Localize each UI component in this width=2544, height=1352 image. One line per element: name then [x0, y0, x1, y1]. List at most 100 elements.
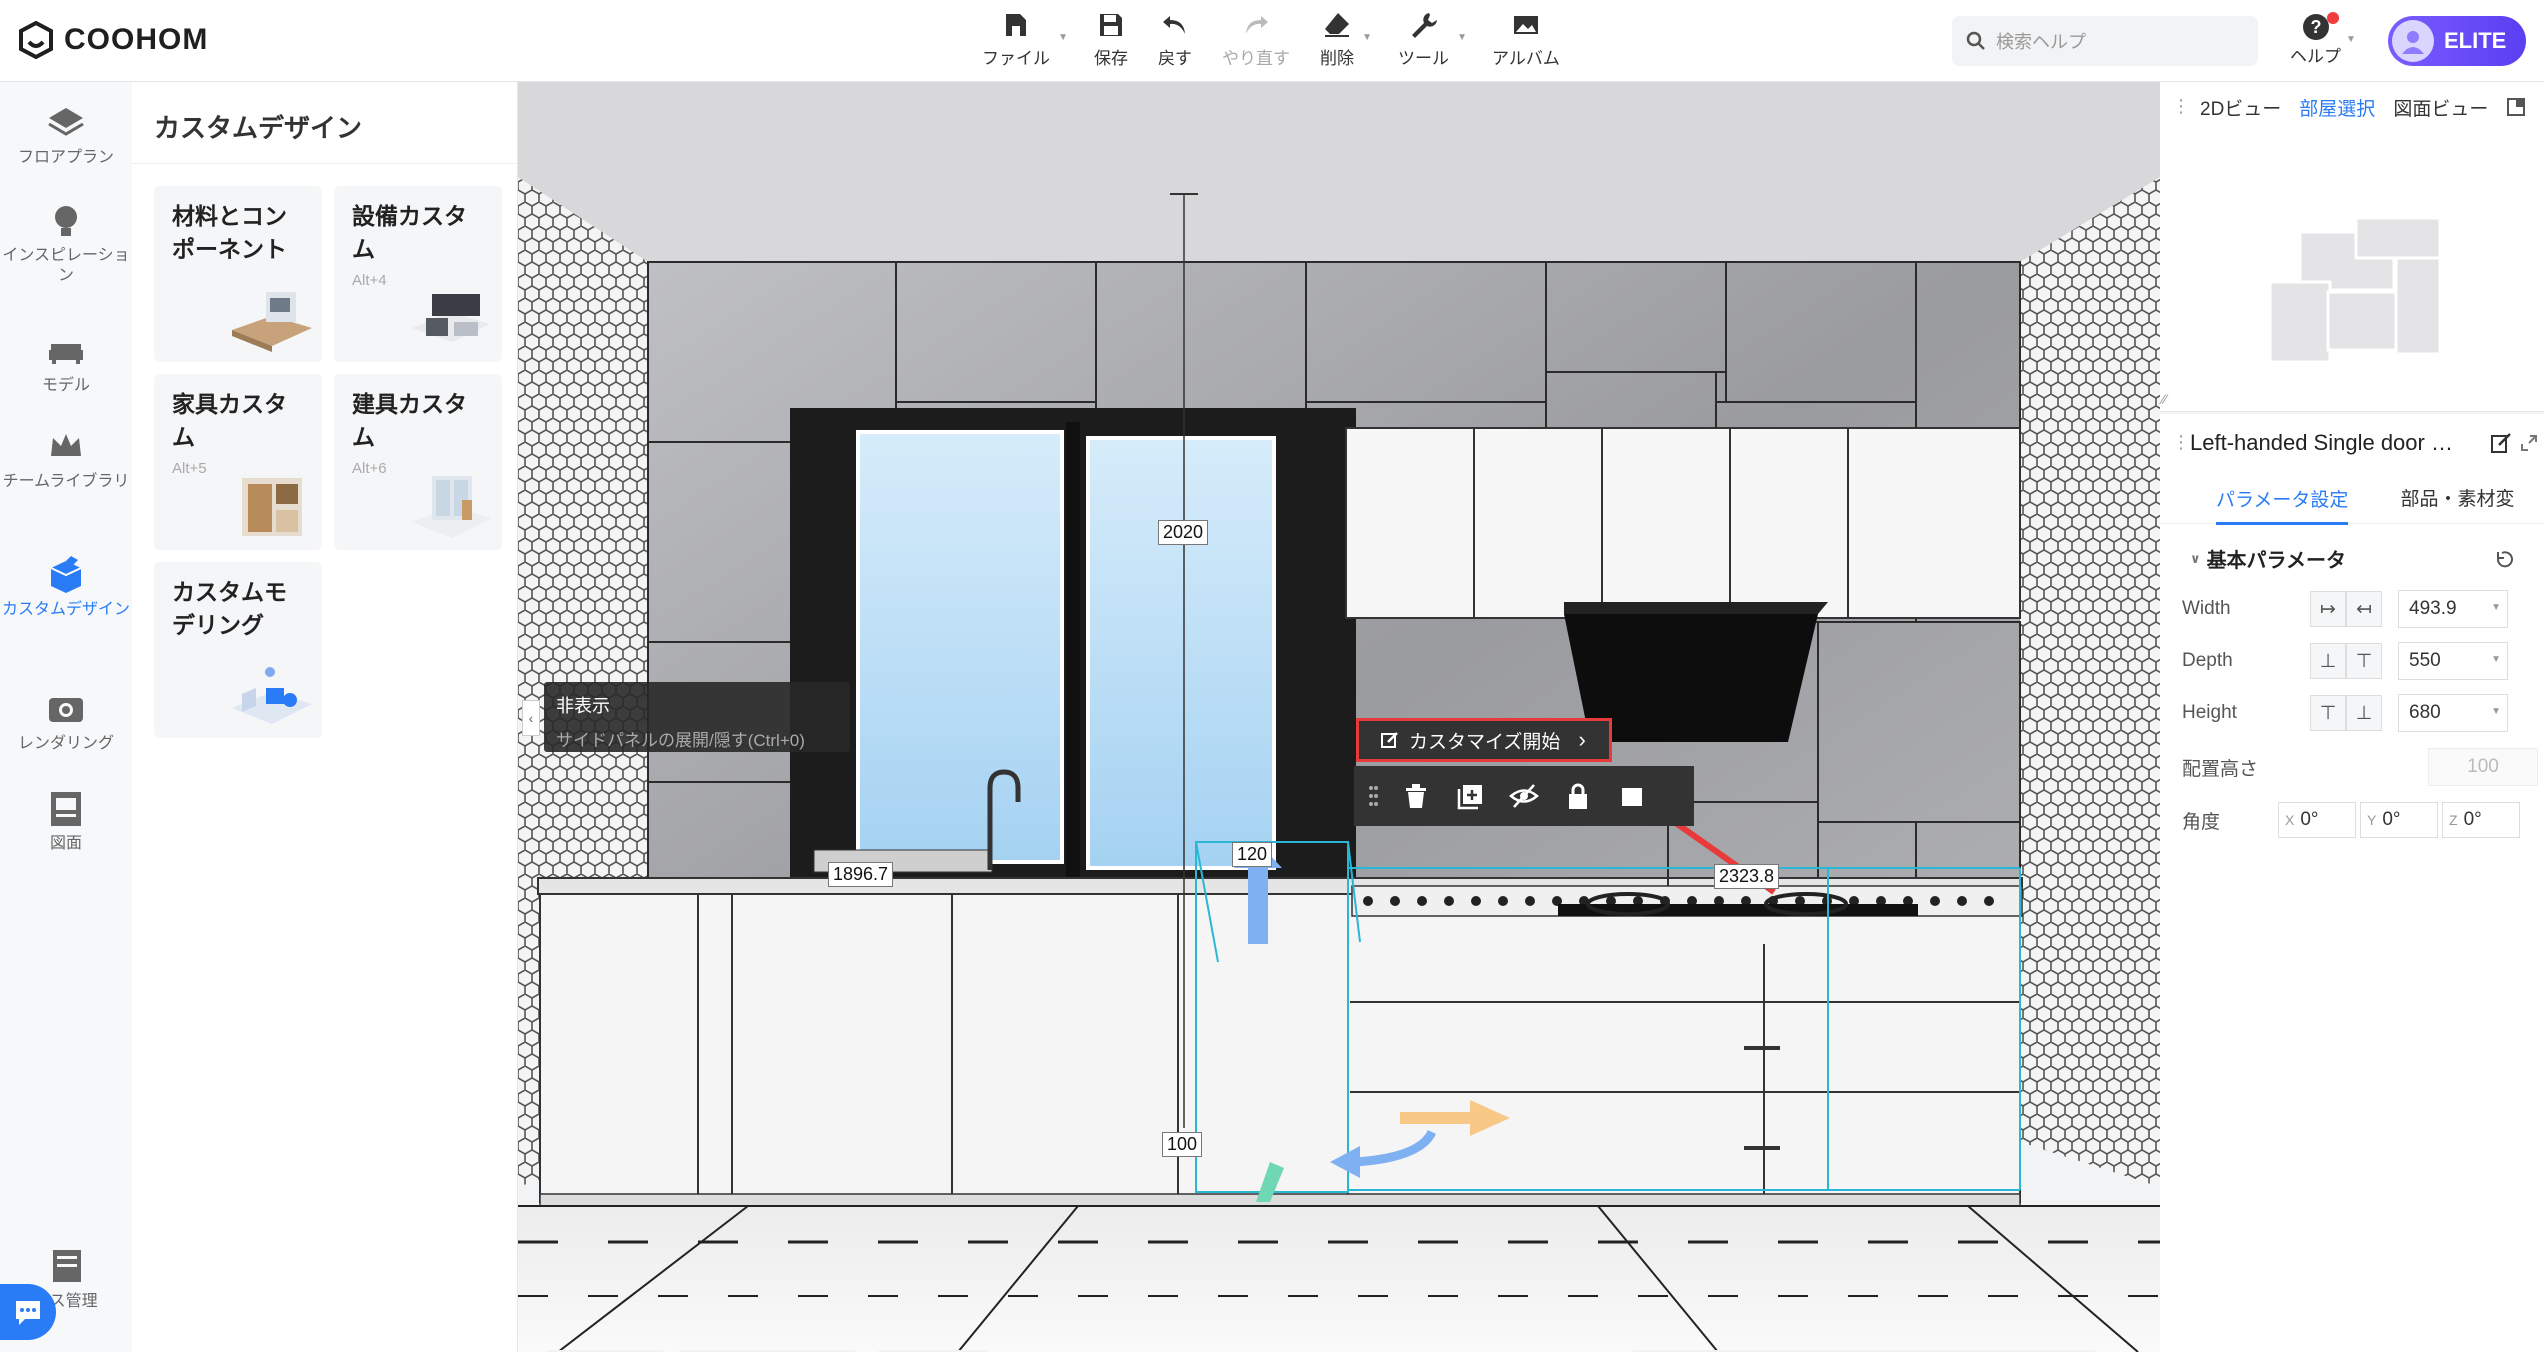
rail-item-custom-design[interactable]: カスタムデザイン	[0, 554, 132, 620]
width-left-align-icon[interactable]: ↦	[2310, 591, 2346, 627]
width-label: Width	[2182, 598, 2231, 619]
album-label: アルバム	[1492, 49, 1560, 68]
height-input[interactable]: 680 ▼	[2398, 694, 2508, 732]
tab-2d-view[interactable]: 2Dビュー	[2200, 94, 2281, 121]
room-minimap[interactable]	[2160, 132, 2544, 392]
account-elite-button[interactable]: ELITE	[2388, 16, 2526, 66]
redo-button[interactable]: やり直す	[1222, 10, 1290, 69]
reset-icon[interactable]	[2494, 548, 2516, 570]
card-fittings-custom[interactable]: 建具カスタム Alt+6	[334, 374, 502, 550]
trash-icon[interactable]	[1400, 780, 1432, 812]
album-icon	[1513, 16, 1538, 34]
section-basic-params[interactable]: ∨ 基本パラメータ	[2190, 544, 2346, 573]
angle-x-input[interactable]: X 0°	[2278, 802, 2356, 838]
width-input[interactable]: 493.9 ▼	[2398, 590, 2508, 628]
angle-x-value: 0°	[2300, 809, 2319, 830]
rail-item-drawing[interactable]: 図面	[0, 788, 132, 854]
custom-box-icon	[50, 556, 82, 593]
depth-front-align-icon[interactable]: ⊥	[2310, 643, 2346, 679]
rail-item-model[interactable]: モデル	[0, 330, 132, 396]
height-value: 680	[2409, 702, 2441, 723]
rail-item-floorplan[interactable]: フロアプラン	[0, 102, 132, 168]
height-top-align-icon[interactable]: ⊤	[2310, 695, 2346, 731]
logo[interactable]: COOHOM	[16, 20, 208, 60]
section-title: 基本パラメータ	[2206, 550, 2346, 572]
more-icon[interactable]	[1616, 780, 1648, 812]
file-menu-button[interactable]: ファイル ▼	[982, 10, 1068, 69]
popout-icon[interactable]	[2520, 434, 2538, 452]
drag-handle-icon[interactable]	[1368, 780, 1378, 812]
expand-panel-icon[interactable]	[2506, 97, 2526, 117]
drawer-knob	[1957, 896, 1967, 906]
object-action-bar	[1354, 766, 1694, 826]
tab-parameters[interactable]: パラメータ設定	[2216, 485, 2349, 525]
album-button[interactable]: アルバム	[1492, 10, 1560, 69]
chat-support-button[interactable]	[0, 1284, 56, 1340]
hide-eye-icon[interactable]	[1508, 780, 1540, 812]
chevron-down-icon: ▼	[2491, 654, 2501, 665]
help-button[interactable]: ? ヘルプ	[2290, 12, 2341, 67]
rail-item-inspiration[interactable]: インスピレーション	[0, 200, 132, 286]
customize-label: カスタマイズ開始	[1409, 731, 1561, 753]
width-right-align-icon[interactable]: ↤	[2346, 591, 2382, 627]
rename-edit-icon[interactable]	[2490, 432, 2512, 454]
tab-room-select[interactable]: 部屋選択	[2299, 94, 2375, 121]
width-row: Width ↦ ↤ 493.9 ▼	[2182, 590, 2508, 628]
depth-label: Depth	[2182, 650, 2233, 671]
eraser-icon	[1325, 13, 1349, 37]
rail-label: レンダリング	[17, 735, 114, 752]
elevation-input: 100	[2428, 748, 2538, 786]
card-custom-modeling[interactable]: カスタムモデリング	[154, 562, 322, 738]
collapse-panel-handle[interactable]: ‹	[522, 700, 540, 736]
lock-icon[interactable]	[1562, 780, 1594, 812]
save-icon	[1100, 14, 1122, 36]
angle-z-input[interactable]: Z 0°	[2442, 802, 2520, 838]
card-furniture-custom[interactable]: 家具カスタム Alt+5	[154, 374, 322, 550]
rail-label: チームライブラリ	[2, 473, 130, 490]
undo-label: 戻す	[1158, 49, 1192, 68]
chevron-down-icon: ▼	[1457, 32, 1467, 43]
card-title: 設備カスタム	[352, 203, 467, 262]
drawing-icon	[51, 792, 81, 826]
save-button[interactable]: 保存	[1094, 10, 1128, 69]
tools-button[interactable]: ツール ▼	[1398, 10, 1467, 69]
drawer-knob	[1984, 896, 1994, 906]
furniture-illustration-icon	[242, 478, 302, 536]
help-search-input[interactable]: 検索ヘルプ	[1952, 16, 2258, 66]
tab-plan-view[interactable]: 図面ビュー	[2393, 94, 2488, 121]
undo-button[interactable]: 戻す	[1158, 10, 1192, 69]
height-bottom-align-icon[interactable]: ⊥	[2346, 695, 2382, 731]
drag-handle-icon[interactable]: ⋮	[2172, 96, 2190, 117]
depth-input[interactable]: 550 ▼	[2398, 642, 2508, 680]
duplicate-icon[interactable]	[1454, 780, 1486, 812]
panel-title: カスタムデザイン	[132, 82, 517, 164]
delete-button[interactable]: 削除 ▼	[1320, 10, 1372, 69]
rail-label: カスタムデザイン	[1, 601, 130, 618]
resize-handle-icon[interactable]: ⁄⁄	[2162, 391, 2167, 407]
search-icon	[1966, 31, 1985, 50]
start-customize-button[interactable]: カスタマイズ開始 ›	[1356, 718, 1612, 762]
tooltip-description: サイドパネルの展開/隠す(Ctrl+0)	[556, 731, 805, 750]
depth-row: Depth ⊥ ⊤ 550 ▼	[2182, 642, 2508, 680]
save-label: 保存	[1094, 49, 1128, 68]
height-label: Height	[2182, 702, 2237, 723]
rail-label: フロアプラン	[17, 149, 114, 166]
tab-parts-materials[interactable]: 部品・素材変	[2400, 484, 2514, 511]
angle-y-input[interactable]: Y 0°	[2360, 802, 2438, 838]
drag-handle-icon[interactable]: ⋮	[2172, 432, 2190, 453]
elevation-label: 配置高さ	[2182, 758, 2259, 780]
properties-panel: ⋮ Left-handed Single door … パラメータ設定 部品・素…	[2160, 414, 2544, 1352]
drawer-knob	[1444, 896, 1454, 906]
card-equipment-custom[interactable]: 設備カスタム Alt+4	[334, 186, 502, 362]
drawer-knob	[1498, 896, 1508, 906]
depth-back-align-icon[interactable]: ⊤	[2346, 643, 2382, 679]
chevron-right-icon: ›	[1578, 727, 1586, 752]
object-title: Left-handed Single door …	[2190, 430, 2453, 455]
card-title: 材料とコンポーネント	[172, 203, 287, 262]
svg-text:?: ?	[2310, 17, 2321, 37]
home-file-icon	[1006, 14, 1026, 36]
card-materials-components[interactable]: 材料とコンポーネント	[154, 186, 322, 362]
axis-y-label: Y	[2367, 812, 2377, 828]
rail-item-rendering[interactable]: レンダリング	[0, 688, 132, 754]
rail-item-team-library[interactable]: チームライブラリ	[0, 426, 132, 492]
